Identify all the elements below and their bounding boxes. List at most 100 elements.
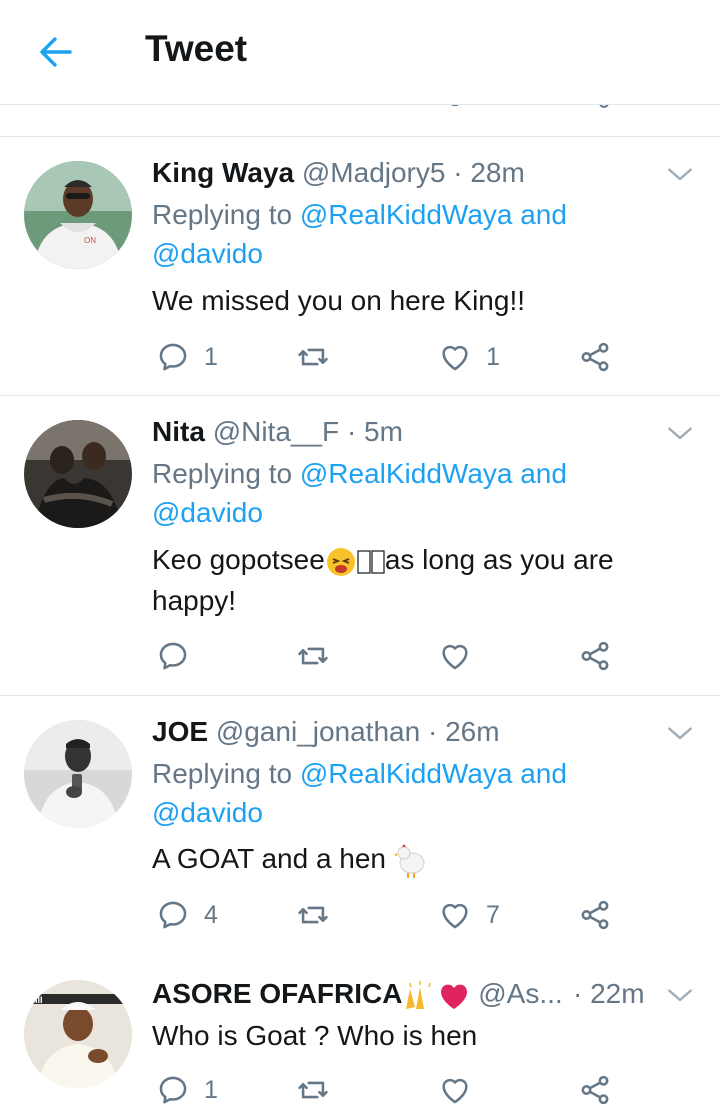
top-bar: Tweet	[0, 0, 720, 105]
avatar[interactable]	[24, 720, 132, 828]
replying-to-label: Replying to	[152, 458, 300, 489]
like-button[interactable]: 1	[438, 337, 500, 377]
mention-link[interactable]: @RealKiddWaya and	[300, 458, 567, 489]
reply-icon	[156, 1073, 190, 1107]
reply-button[interactable]	[156, 636, 190, 676]
timestamp: · 5m	[346, 416, 403, 447]
tweet-reply[interactable]: Nita @Nita__F · 5m Replying to @RealKidd…	[0, 396, 720, 696]
display-name[interactable]: Nita	[152, 416, 205, 447]
back-arrow-icon[interactable]	[34, 30, 78, 74]
display-name[interactable]: ASORE OFAFRICA	[152, 978, 402, 1009]
chevron-down-icon[interactable]	[664, 418, 696, 450]
tweet-text-part: happy!	[152, 585, 237, 616]
missing-glyph-icon	[357, 550, 371, 574]
reply-button[interactable]: 1	[156, 337, 218, 377]
mention-link[interactable]: @davido	[152, 497, 263, 528]
retweet-icon	[296, 1073, 330, 1107]
tweet-text: A GOAT and a hen	[152, 838, 672, 879]
avatar[interactable]: IIIII	[24, 980, 132, 1088]
tweet-text-part: A GOAT and a hen	[152, 843, 387, 874]
share-button[interactable]	[578, 1070, 612, 1110]
replying-to-label: Replying to	[152, 758, 300, 789]
tweet-reply[interactable]: ON King Waya @Madjory5 · 28m Replying to…	[0, 137, 720, 396]
user-handle[interactable]: @Madjory5	[302, 157, 446, 188]
reply-icon	[156, 340, 190, 374]
like-button[interactable]	[438, 636, 472, 676]
replying-to: Replying to @RealKiddWaya and @davido	[152, 195, 622, 273]
user-handle[interactable]: @As...	[478, 978, 562, 1009]
retweet-icon	[296, 898, 330, 932]
retweet-button[interactable]	[296, 895, 330, 935]
timestamp: · 26m	[427, 716, 500, 747]
tweet-text-part: Keo gopotsee	[152, 544, 325, 575]
avatar[interactable]: ON	[24, 161, 132, 269]
reply-count: 1	[204, 342, 218, 371]
like-count: 7	[486, 900, 500, 929]
chevron-down-icon[interactable]	[664, 718, 696, 750]
retweet-icon[interactable]	[298, 105, 334, 113]
reply-count: 1	[204, 1075, 218, 1104]
heart-icon	[438, 1073, 472, 1107]
tweet-text: Keo gopotsee as long as you are happy!	[152, 539, 672, 621]
display-name[interactable]: JOE	[152, 716, 208, 747]
raising-hands-emoji-icon	[406, 980, 432, 1009]
mention-link[interactable]: @RealKiddWaya and	[300, 199, 567, 230]
share-button[interactable]	[578, 895, 612, 935]
chevron-down-icon[interactable]	[664, 159, 696, 191]
tweet-actions: 4 7	[152, 895, 632, 935]
user-handle[interactable]: @Nita__F	[213, 416, 339, 447]
retweet-icon	[296, 639, 330, 673]
retweet-button[interactable]	[296, 337, 330, 377]
chevron-down-icon[interactable]	[664, 980, 696, 1012]
reply-icon[interactable]	[160, 105, 190, 113]
user-handle[interactable]: @gani_jonathan	[216, 716, 420, 747]
like-count: 1	[486, 342, 500, 371]
mention-link[interactable]: @RealKiddWaya and	[300, 758, 567, 789]
svg-text:ON: ON	[84, 236, 96, 245]
replying-to-label: Replying to	[152, 199, 300, 230]
like-button[interactable]	[438, 1070, 472, 1110]
share-icon[interactable]	[590, 105, 620, 113]
share-icon	[578, 898, 612, 932]
replying-to: Replying to @RealKiddWaya and @davido	[152, 754, 622, 832]
reply-icon	[156, 898, 190, 932]
heart-icon	[438, 898, 472, 932]
retweet-button[interactable]	[296, 1070, 330, 1110]
tweet-actions: 1 1	[152, 337, 632, 377]
retweet-button[interactable]	[296, 636, 330, 676]
chicken-emoji-icon	[393, 843, 425, 878]
tired-face-emoji-icon	[326, 547, 355, 576]
heart-icon	[438, 340, 472, 374]
mention-link[interactable]: @davido	[152, 797, 263, 828]
share-icon	[578, 639, 612, 673]
heart-emoji-icon	[441, 984, 468, 1009]
retweet-icon	[296, 340, 330, 374]
timestamp: · 28m	[453, 157, 525, 188]
heart-icon	[438, 639, 472, 673]
reply-icon	[156, 639, 190, 673]
share-icon	[578, 1073, 612, 1107]
reply-button[interactable]: 4	[156, 895, 218, 935]
share-button[interactable]	[578, 337, 612, 377]
tweet-reply[interactable]: JOE @gani_jonathan · 26m Replying to @Re…	[0, 696, 720, 962]
reply-button[interactable]: 1	[156, 1070, 218, 1110]
avatar[interactable]	[24, 420, 132, 528]
reply-count: 4	[204, 900, 218, 929]
tweet-reply[interactable]: IIIII ASORE OFAFRICA @As... · 22m Who is…	[0, 962, 720, 1109]
page-title: Tweet	[145, 28, 248, 69]
tweet-actions: 1	[152, 1070, 632, 1110]
tweet-text: We missed you on here King!!	[152, 285, 526, 316]
tweet-text: Who is Goat ? Who is hen	[152, 1020, 478, 1051]
like-button[interactable]: 7	[438, 895, 500, 935]
missing-glyph-icon	[371, 550, 385, 574]
heart-icon[interactable]	[440, 105, 470, 113]
timestamp: · 22m	[573, 978, 645, 1009]
previous-tweet-actions	[0, 105, 720, 137]
svg-text:IIIII: IIIII	[30, 995, 43, 1005]
mention-link[interactable]: @davido	[152, 238, 263, 269]
replying-to: Replying to @RealKiddWaya and @davido	[152, 454, 622, 532]
display-name[interactable]: King Waya	[152, 157, 294, 188]
share-button[interactable]	[578, 636, 612, 676]
tweet-text-part: as long as you are	[384, 544, 614, 575]
tweet-actions	[152, 636, 632, 676]
